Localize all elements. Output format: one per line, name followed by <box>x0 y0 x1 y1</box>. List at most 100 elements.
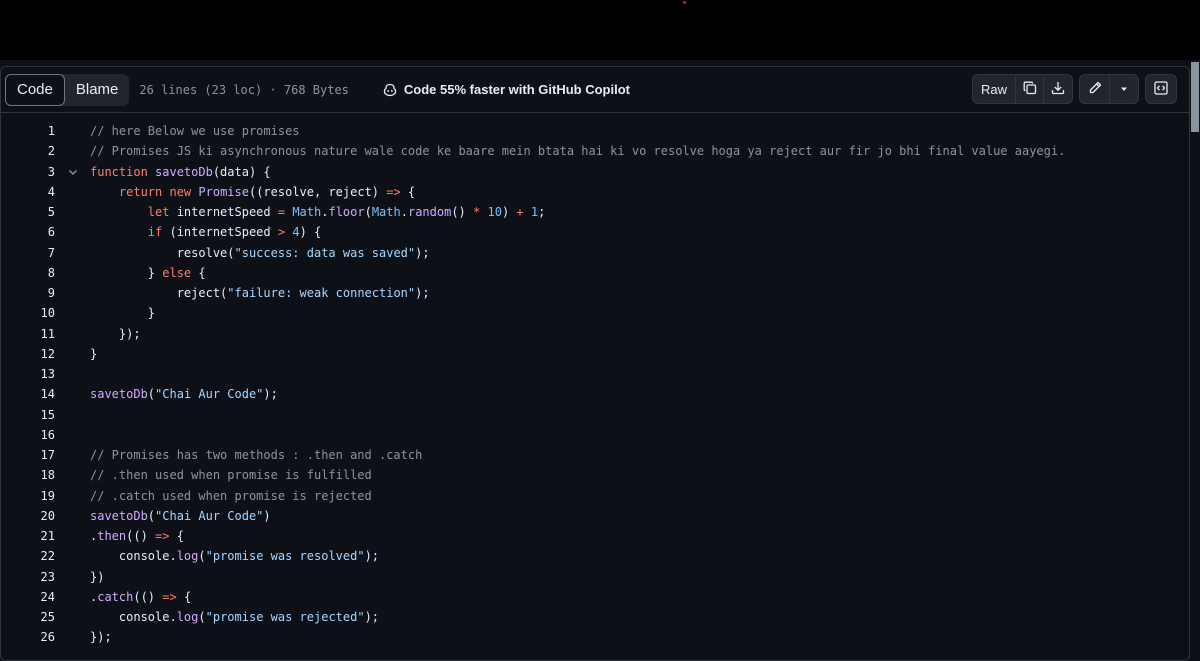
code-token: internetSpeed <box>176 205 278 220</box>
code-token: => <box>155 529 170 544</box>
code-token: Promise <box>198 184 249 199</box>
code-token: return new <box>118 184 199 199</box>
line-code: console.log("promise was resolved"); <box>90 549 379 563</box>
code-token: (() <box>126 529 156 544</box>
line-number[interactable]: 11 <box>1 327 55 341</box>
file-header: Code Blame 26 lines (23 loc) · 768 Bytes… <box>1 67 1189 113</box>
code-line: 21 .then(() => { <box>1 526 1189 546</box>
code-token: log <box>176 610 199 625</box>
line-code: console.log("promise was rejected"); <box>90 610 379 624</box>
code-token: Math <box>371 205 401 220</box>
code-line: 9 reject("failure: weak connection"); <box>1 283 1189 303</box>
line-number[interactable]: 15 <box>1 408 55 422</box>
line-code: resolve("success: data was saved"); <box>90 246 430 260</box>
file-viewer: Code Blame 26 lines (23 loc) · 768 Bytes… <box>0 66 1190 661</box>
file-meta: 26 lines (23 loc) · 768 Bytes <box>139 82 349 97</box>
code-line: 22 console.log("promise was resolved"); <box>1 546 1189 566</box>
code-view: 1 // here Below we use promises 2 // Promis… <box>1 121 1189 648</box>
chevron-down-icon[interactable] <box>55 166 90 178</box>
line-code: savetoDb("Chai Aur Code"); <box>90 387 278 401</box>
code-token: random <box>407 205 452 220</box>
code-line: 4 return new Promise((resolve, reject) =… <box>1 182 1189 202</box>
scrollbar-thumb[interactable] <box>1191 62 1199 132</box>
copilot-label: Code 55% faster with GitHub Copilot <box>403 82 630 97</box>
code-token: }); <box>90 326 141 341</box>
copilot-promo[interactable]: Code 55% faster with GitHub Copilot <box>382 82 630 98</box>
line-number[interactable]: 6 <box>1 225 55 239</box>
download-button[interactable] <box>1044 75 1072 103</box>
code-token: { <box>400 184 416 199</box>
code-token: ); <box>415 245 430 260</box>
line-number[interactable]: 3 <box>1 165 55 179</box>
code-token: 10 <box>487 205 502 220</box>
code-line: 13 <box>1 364 1189 384</box>
line-number[interactable]: 26 <box>1 630 55 644</box>
line-number[interactable]: 22 <box>1 549 55 563</box>
line-number[interactable]: 18 <box>1 468 55 482</box>
raw-button[interactable]: Raw <box>973 75 1016 103</box>
code-token: ); <box>263 387 278 402</box>
code-token: savetoDb <box>155 164 213 179</box>
line-number[interactable]: 13 <box>1 367 55 381</box>
line-number[interactable]: 9 <box>1 286 55 300</box>
line-number[interactable]: 19 <box>1 489 55 503</box>
code-line: 12} <box>1 344 1189 364</box>
edit-more-button[interactable] <box>1110 75 1138 103</box>
code-line: 24 .catch(() => { <box>1 587 1189 607</box>
code-line: 17 // Promises has two methods : .then an… <box>1 445 1189 465</box>
line-number[interactable]: 1 <box>1 124 55 138</box>
code-line: 10 } <box>1 303 1189 323</box>
pencil-icon <box>1087 80 1103 99</box>
code-token: }); <box>90 630 112 645</box>
code-token: ( <box>147 387 156 402</box>
code-token: floor <box>328 205 365 220</box>
triangle-down-icon <box>1119 82 1129 97</box>
scrollbar-track[interactable] <box>1190 62 1200 661</box>
line-number[interactable]: 23 <box>1 570 55 584</box>
code-token: // .then used when promise is fulfilled <box>90 468 372 483</box>
line-code: } <box>90 306 155 320</box>
line-code: }); <box>90 327 141 341</box>
line-number[interactable]: 8 <box>1 266 55 280</box>
code-line: 1 // here Below we use promises <box>1 121 1189 141</box>
line-number[interactable]: 4 <box>1 185 55 199</box>
code-token: { <box>176 589 192 604</box>
line-code: }); <box>90 630 112 644</box>
line-number[interactable]: 10 <box>1 306 55 320</box>
line-number[interactable]: 21 <box>1 529 55 543</box>
symbols-button[interactable] <box>1146 75 1176 103</box>
code-token: catch <box>97 589 134 604</box>
code-token: "success: data was saved" <box>234 245 416 260</box>
code-token: ); <box>415 286 430 301</box>
view-switcher: Code Blame <box>5 73 130 106</box>
line-code: } else { <box>90 266 206 280</box>
line-number[interactable]: 25 <box>1 610 55 624</box>
line-number[interactable]: 20 <box>1 509 55 523</box>
tab-code[interactable]: Code <box>5 73 65 106</box>
code-token: // .catch used when promise is rejected <box>90 488 372 503</box>
code-token: ); <box>364 549 380 564</box>
code-token: (internetSpeed <box>169 225 278 240</box>
code-token: ( <box>198 549 206 564</box>
edit-button[interactable] <box>1080 75 1110 103</box>
line-number[interactable]: 24 <box>1 590 55 604</box>
line-code: // .then used when promise is fulfilled <box>90 468 372 482</box>
code-token: function <box>90 164 156 179</box>
line-number[interactable]: 17 <box>1 448 55 462</box>
line-number[interactable]: 14 <box>1 387 55 401</box>
code-token: console. <box>90 549 177 564</box>
code-square-icon <box>1153 80 1169 99</box>
code-token: // Promises JS ki asynchronous nature wa… <box>90 144 1066 159</box>
line-number[interactable]: 12 <box>1 347 55 361</box>
line-number[interactable]: 7 <box>1 246 55 260</box>
code-token: savetoDb <box>90 508 148 523</box>
line-code: savetoDb("Chai Aur Code") <box>90 509 271 523</box>
tab-blame[interactable]: Blame <box>65 74 130 106</box>
code-token: => <box>386 184 401 199</box>
line-number[interactable]: 16 <box>1 428 55 442</box>
line-number[interactable]: 2 <box>1 144 55 158</box>
code-token: ( <box>198 610 206 625</box>
copy-raw-button[interactable] <box>1016 75 1044 103</box>
line-number[interactable]: 5 <box>1 205 55 219</box>
